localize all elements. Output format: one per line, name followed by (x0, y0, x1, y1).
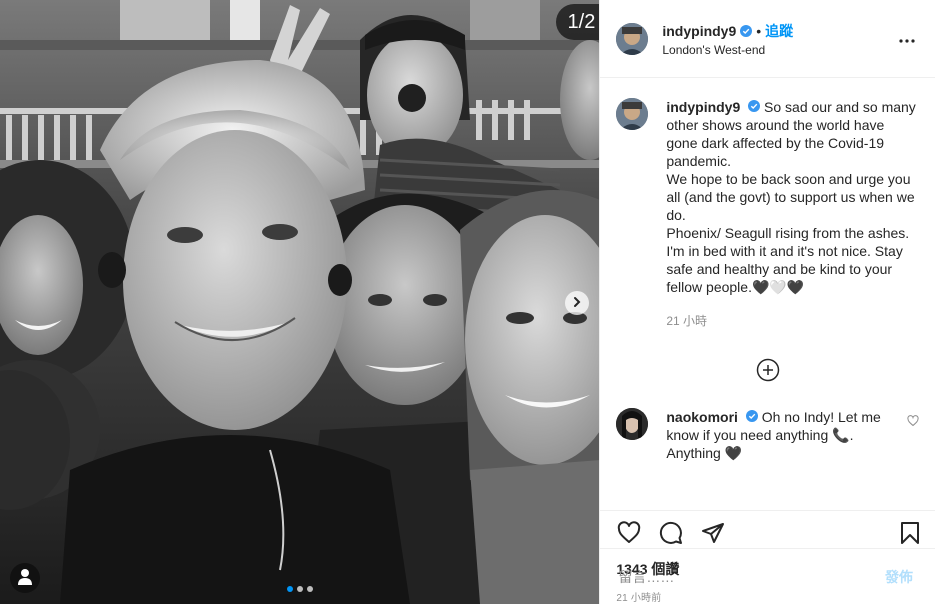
slide-counter: 1/2 (555, 4, 600, 40)
follow-button[interactable]: 追蹤 (765, 21, 793, 41)
post-comment-button[interactable]: 發佈 (879, 566, 919, 588)
comments-section[interactable]: indypindy9 So sad our and so many other … (600, 78, 935, 510)
like-button[interactable] (616, 520, 642, 550)
save-button[interactable] (897, 521, 923, 550)
carousel-dot-3 (306, 586, 313, 592)
post-header: indypindy9 • 追蹤 London's West-end (600, 0, 935, 78)
next-slide-button[interactable] (565, 291, 589, 315)
commenter-avatar[interactable] (616, 408, 649, 440)
comment-item: naokomori Oh no Indy! Let me know if you… (616, 408, 919, 462)
load-more-comments (616, 358, 919, 384)
comment-icon (659, 521, 683, 550)
carousel-dot-2 (296, 586, 303, 592)
carousel-dots (0, 586, 599, 592)
comment-like-heart-icon[interactable] (907, 414, 919, 427)
verified-badge-icon (748, 100, 761, 112)
comment-button[interactable] (658, 521, 684, 550)
header-separator: • (756, 22, 762, 39)
caption-text: So sad our and so many other shows aroun… (666, 99, 916, 295)
share-icon (701, 521, 725, 550)
tagged-users-button[interactable] (10, 563, 40, 593)
caption-avatar[interactable] (616, 98, 649, 130)
post-caption: indypindy9 So sad our and so many other … (616, 98, 919, 330)
post-side-panel: indypindy9 • 追蹤 London's West-end indypi… (599, 0, 935, 604)
load-more-comments-button[interactable] (755, 358, 781, 384)
comment-input[interactable] (616, 567, 879, 586)
author-avatar[interactable] (616, 22, 649, 55)
add-comment-bar: 發佈 (600, 548, 935, 604)
chevron-right-icon (571, 296, 583, 311)
carousel-dot-1 (286, 586, 293, 592)
commenter-username[interactable]: naokomori (666, 409, 738, 425)
post-viewer: 1/2 indypindy9 • 追蹤 London's West-end in… (0, 0, 935, 604)
verified-badge-icon (740, 24, 753, 37)
bookmark-icon (898, 521, 922, 550)
share-button[interactable] (700, 522, 726, 548)
user-tag-icon (17, 568, 33, 589)
plus-circle-icon (756, 358, 780, 385)
verified-badge-icon (745, 410, 758, 422)
post-photo (0, 0, 600, 604)
post-media[interactable]: 1/2 (0, 0, 600, 604)
caption-time[interactable]: 21 小時 (666, 312, 919, 330)
caption-username[interactable]: indypindy9 (666, 99, 740, 115)
author-username[interactable]: indypindy9 (662, 23, 736, 39)
more-options-button[interactable] (895, 27, 919, 51)
post-location[interactable]: London's West-end (662, 43, 895, 57)
more-options-icon (899, 30, 915, 48)
heart-icon (617, 520, 641, 550)
